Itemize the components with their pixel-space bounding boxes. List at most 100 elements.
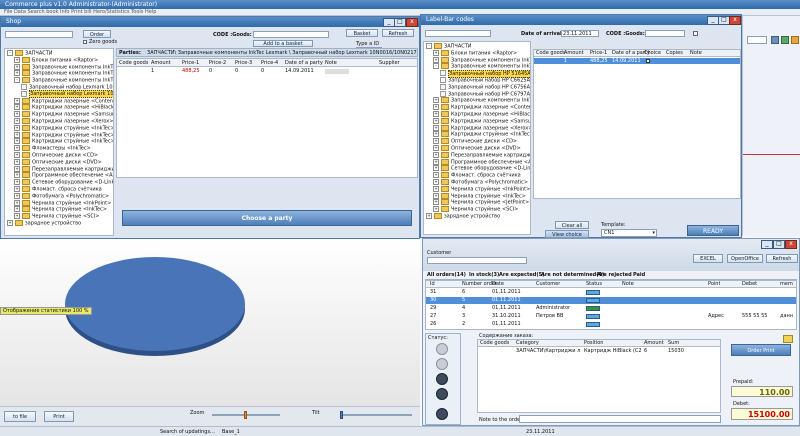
expand-icon[interactable]: + <box>433 131 439 138</box>
expand-icon[interactable]: + <box>433 206 439 213</box>
tree-item[interactable]: + Картриджи струйные <InkTec> <box>424 131 530 138</box>
shop-add-basket-button[interactable]: Add to a basket <box>253 40 313 47</box>
tree-item[interactable]: + Фломаст. сброса счётчика <box>5 186 102 193</box>
tree-item[interactable]: + зарядное устройство <box>5 220 81 227</box>
tree-item[interactable]: + Оптические диски <DVD> <box>424 145 521 152</box>
tree-item[interactable]: + Перезаправляемые картриджи <Epson <box>5 165 113 172</box>
expand-icon[interactable]: + <box>14 63 20 70</box>
expand-icon[interactable]: + <box>14 131 20 138</box>
status-icon-3[interactable] <box>436 373 448 385</box>
orders-excel-button[interactable]: EXCEL <box>693 254 723 263</box>
collapse-icon[interactable]: - <box>7 50 13 56</box>
tree-item[interactable]: - Заправочные компоненты InkTec <Lexm <box>5 77 113 84</box>
tree-item[interactable]: Заправочный набор HP C6625A,C8 <box>424 77 530 84</box>
tree-item[interactable]: + Оптические диски <CD> <box>5 152 98 159</box>
expand-icon[interactable]: + <box>14 104 20 111</box>
tree-item[interactable]: + Картриджи лазерные <Samsung> <box>424 117 530 124</box>
expand-icon[interactable]: + <box>14 111 20 118</box>
expand-icon[interactable]: + <box>14 152 20 158</box>
table-row[interactable]: 29 4 01.11.2011 Administrator <box>426 305 796 312</box>
label-view-choice-button[interactable]: View choice <box>545 230 589 238</box>
tree-item[interactable]: + Сетевое оборудование <D-Link> <box>5 179 113 186</box>
tree-item[interactable]: + Чернила струйные <JetPoint> <box>424 199 529 206</box>
shop-choose-party-button[interactable]: Choose a party <box>122 210 412 226</box>
tree-item[interactable]: + Блоки питания <Raptor> <box>424 49 517 56</box>
expand-icon[interactable]: + <box>433 179 439 185</box>
expand-icon[interactable]: + <box>433 104 439 111</box>
expand-icon[interactable]: + <box>14 124 20 131</box>
expand-icon[interactable]: + <box>14 179 20 186</box>
label-ready-button[interactable]: READY <box>687 225 739 236</box>
tilt-slider-thumb[interactable] <box>340 411 343 419</box>
content-edit-icon[interactable] <box>783 335 793 343</box>
expand-icon[interactable]: + <box>14 213 20 220</box>
zoom-slider-thumb[interactable] <box>244 411 247 419</box>
label-code-checkbox[interactable] <box>693 31 698 36</box>
orders-maximize-button[interactable]: □ <box>773 240 785 249</box>
expand-icon[interactable]: + <box>14 145 20 152</box>
orders-openoffice-button[interactable]: OpenOffice <box>727 254 763 263</box>
status-icon-2[interactable] <box>436 358 448 370</box>
tree-item[interactable]: + Фломаст. сброса счётчика <box>424 172 521 179</box>
tree-item[interactable]: + Картриджи лазерные <Xerox> <box>5 118 113 125</box>
expand-icon[interactable]: + <box>433 111 439 117</box>
expand-icon[interactable]: + <box>433 172 439 179</box>
tree-item[interactable]: + Фломастеры <InkTec> <box>5 145 91 152</box>
bg-settings-icon[interactable] <box>781 36 789 44</box>
tree-item[interactable]: + Программное обеспечение <Антивирусы <box>424 158 530 165</box>
label-row-choice-checkbox[interactable] <box>646 59 650 63</box>
tilt-slider[interactable] <box>340 414 412 416</box>
collapse-icon[interactable]: - <box>14 77 20 84</box>
tree-item[interactable]: + Заправочные компоненты InkTec <Car <box>424 56 530 63</box>
orders-refresh-button[interactable]: Refresh <box>766 254 798 263</box>
tree-item[interactable]: + Картриджи лазерные <HiBlack> <box>5 104 113 111</box>
orders-minimize-button[interactable]: _ <box>761 240 773 249</box>
orders-grid[interactable]: Id Number order Date Customer Status Not… <box>425 280 797 330</box>
table-row[interactable]: 30 5 01.11.2011 <box>426 297 796 304</box>
table-row[interactable]: ЗАПЧАСТИ\Картриджи ла... Картридж HiBlac… <box>478 348 720 360</box>
label-date-input[interactable]: 23.11.2011 <box>561 30 599 37</box>
expand-icon[interactable]: + <box>14 97 20 104</box>
expand-icon[interactable]: + <box>426 213 432 219</box>
bg-print-icon[interactable] <box>771 36 779 44</box>
tree-item[interactable]: Заправочный набор Lexmark 10N001 <box>5 84 113 91</box>
label-search-input[interactable] <box>425 30 491 37</box>
tree-item[interactable]: + Картриджи струйные <InkTec> <box>5 124 113 131</box>
orders-customer-input[interactable] <box>427 257 527 264</box>
expand-icon[interactable]: + <box>433 49 439 56</box>
expand-icon[interactable]: + <box>433 192 439 199</box>
tree-item[interactable]: + зарядное устройство <box>424 213 500 220</box>
tree-item[interactable]: Заправочный набор Lexmark 10N001 <box>5 90 113 99</box>
expand-icon[interactable]: + <box>14 118 20 124</box>
tree-item[interactable]: + Картриджи лазерные <Samsung> <box>5 111 113 118</box>
tree-item[interactable]: Заправочный набор HP 51645A/C6 <box>424 69 530 78</box>
tab-not-determined[interactable]: Are not determined(4) <box>541 272 604 279</box>
tab-are-expected[interactable]: Are expected(5) <box>499 272 544 279</box>
status-icon-5[interactable] <box>436 408 448 420</box>
label-template-select[interactable]: CN1 ▾ <box>601 229 657 237</box>
expand-icon[interactable]: + <box>14 172 20 179</box>
content-grid[interactable]: Code goods Category Position Amount Sum … <box>477 339 721 413</box>
tab-all-orders[interactable]: All orders(14) <box>427 272 466 279</box>
bg-search-input[interactable] <box>747 36 767 44</box>
tree-item[interactable]: + Перезаправляемые картриджи <Epson <box>424 151 530 158</box>
print-button[interactable]: Print <box>44 411 74 422</box>
table-row[interactable]: 26 2 01.11.2011 <box>426 321 796 328</box>
tree-item[interactable]: - Заправочные компоненты InkTec <HP> <box>424 63 530 70</box>
expand-icon[interactable]: + <box>433 145 439 151</box>
shop-code-input[interactable] <box>253 31 329 38</box>
tree-item[interactable]: + Заправочные компоненты InkTec <Can <box>5 63 113 70</box>
tree-item[interactable]: + Программное обеспечение <Антивирусы <box>5 172 113 179</box>
tree-item[interactable]: + Блоки питания <Raptor> <box>5 56 98 63</box>
shop-close-button[interactable]: x <box>406 18 418 27</box>
expand-icon[interactable]: + <box>14 186 20 192</box>
expand-icon[interactable]: + <box>14 158 20 165</box>
bg-help-icon[interactable] <box>791 36 799 44</box>
label-close-button[interactable]: x <box>729 16 741 25</box>
label-category-tree[interactable]: - ЗАПЧАСТИ + Блоки питания <Raptor> + Заправо… <box>423 41 531 235</box>
expand-icon[interactable]: + <box>433 56 439 63</box>
tree-item[interactable]: + Фотобумага <Polychromatic> <box>424 179 528 186</box>
tree-item[interactable]: + Фотобумага <Polychromatic> <box>5 192 109 199</box>
tab-paid[interactable]: Paid <box>633 272 645 279</box>
expand-icon[interactable]: + <box>14 192 20 199</box>
